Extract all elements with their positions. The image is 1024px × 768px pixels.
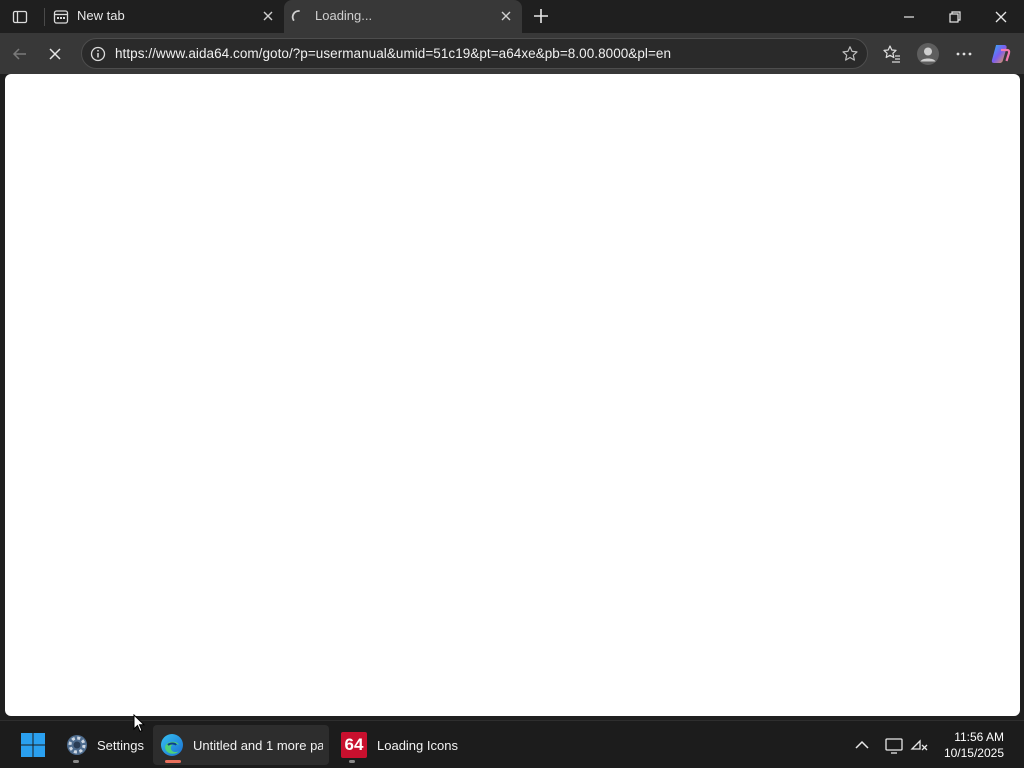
taskbar-label: Untitled and 1 more pag: [193, 737, 323, 753]
stop-loading-button[interactable]: [43, 42, 67, 66]
copilot-button[interactable]: [988, 42, 1012, 66]
windows-logo-icon: [21, 733, 45, 757]
clock-time: 11:56 AM: [954, 730, 1004, 744]
taskbar: Settings Untitled and 1 more pag 64 Load…: [0, 720, 1024, 768]
start-button[interactable]: [14, 725, 52, 765]
settings-gear-icon: [67, 735, 87, 755]
close-tab-icon[interactable]: [500, 10, 512, 22]
clock-date: 10/15/2025: [943, 746, 1004, 760]
mouse-cursor-icon: [133, 714, 145, 733]
profile-avatar-icon: [917, 43, 939, 65]
edge-browser-icon: [161, 734, 183, 756]
tab-actions-button[interactable]: [6, 4, 34, 30]
restore-icon[interactable]: [944, 6, 966, 28]
favorite-star-icon[interactable]: [841, 45, 859, 63]
tab-new-tab[interactable]: New tab: [46, 0, 284, 33]
running-indicator: [349, 760, 355, 763]
system-clock[interactable]: 11:56 AM 10/15/2025: [944, 729, 1004, 761]
loading-spinner-icon: [291, 10, 300, 21]
minimize-icon[interactable]: [898, 6, 920, 28]
aida64-logo-text: 64: [344, 735, 364, 754]
address-url[interactable]: https://www.aida64.com/goto/?p=usermanua…: [115, 46, 671, 61]
taskbar-label: Settings: [97, 737, 144, 753]
aida64-logo-icon: 64: [341, 732, 367, 758]
tab-label: Loading...: [315, 8, 373, 23]
browser-window: New tab Loading... https://www.aida64.co…: [0, 0, 1024, 720]
favorites-list-icon: [883, 45, 900, 63]
close-window-icon[interactable]: [990, 6, 1012, 28]
address-bar[interactable]: https://www.aida64.com/goto/?p=usermanua…: [81, 38, 868, 69]
network-disconnected-icon[interactable]: [910, 735, 930, 755]
close-tab-icon[interactable]: [262, 10, 274, 22]
tab-label: New tab: [77, 8, 125, 23]
tab-loading[interactable]: Loading...: [284, 0, 522, 33]
profile-button[interactable]: [915, 41, 941, 67]
display-icon[interactable]: [884, 735, 904, 755]
back-button[interactable]: [8, 42, 32, 66]
back-arrow-icon: [12, 48, 26, 60]
taskbar-aida64[interactable]: 64 Loading Icons: [336, 725, 458, 765]
taskbar-label: Loading Icons: [377, 737, 458, 753]
copilot-icon: [991, 45, 1011, 63]
more-dots-icon: [956, 52, 972, 56]
running-indicator: [73, 760, 79, 763]
page-content-area[interactable]: [5, 74, 1020, 716]
tab-separator: [44, 8, 45, 26]
tab-actions-icon: [12, 10, 28, 24]
settings-and-more-button[interactable]: [952, 42, 976, 66]
tab-strip: New tab Loading...: [0, 0, 1024, 33]
site-info-icon[interactable]: [90, 46, 106, 62]
new-tab-plus-icon[interactable]: [530, 5, 552, 27]
browser-toolbar: https://www.aida64.com/goto/?p=usermanua…: [0, 33, 1024, 74]
show-hidden-icons-chevron-icon[interactable]: [852, 735, 872, 755]
taskbar-edge[interactable]: Untitled and 1 more pag: [153, 725, 329, 765]
stop-x-icon: [49, 48, 61, 60]
new-tab-page-icon: [53, 10, 69, 24]
active-indicator: [165, 760, 181, 763]
favorites-button[interactable]: [880, 42, 904, 66]
